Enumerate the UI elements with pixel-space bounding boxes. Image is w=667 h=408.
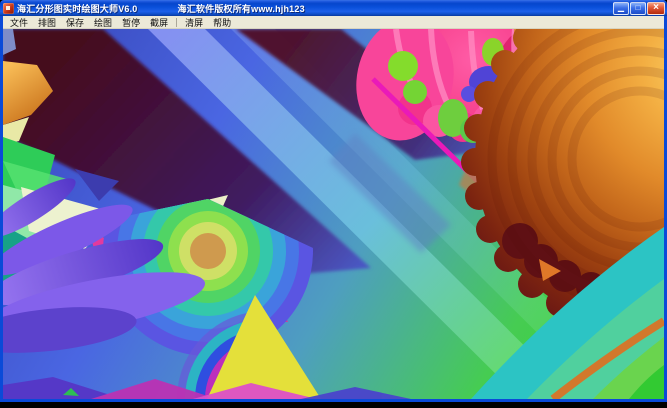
menu-item-pause[interactable]: 暂停 [117, 16, 145, 29]
title-bar: 海汇分形图实时绘图大师V6.0 海汇软件版权所有www.hjh123 ▁ □ × [0, 0, 667, 16]
close-button[interactable]: × [647, 1, 665, 15]
menu-item-capture[interactable]: 截屏 [145, 16, 173, 29]
window-body: 文件 排图 保存 绘图 暂停 截屏 清屏 帮助 [0, 16, 667, 402]
minimize-button[interactable]: ▁ [613, 1, 629, 15]
close-icon: × [653, 2, 659, 13]
menu-item-help[interactable]: 帮助 [208, 16, 236, 29]
menu-item-clear[interactable]: 清屏 [180, 16, 208, 29]
app-icon [3, 2, 14, 14]
titlebar-copyright: 海汇软件版权所有www.hjh123 [177, 3, 305, 14]
menu-item-arrange[interactable]: 排图 [33, 16, 61, 29]
menu-item-save[interactable]: 保存 [61, 16, 89, 29]
minimize-icon: ▁ [617, 3, 625, 12]
maximize-icon: □ [635, 3, 641, 12]
menu-separator [176, 17, 178, 27]
menu-item-file[interactable]: 文件 [5, 16, 33, 29]
canvas-area[interactable] [3, 29, 664, 399]
window-title: 海汇分形图实时绘图大师V6.0 [17, 3, 138, 14]
menu-item-draw[interactable]: 绘图 [89, 16, 117, 29]
app-window: 海汇分形图实时绘图大师V6.0 海汇软件版权所有www.hjh123 ▁ □ ×… [0, 0, 667, 402]
fractal-artwork [3, 29, 664, 399]
menu-bar: 文件 排图 保存 绘图 暂停 截屏 清屏 帮助 [3, 16, 664, 29]
window-controls: ▁ □ × [612, 1, 665, 15]
maximize-button[interactable]: □ [630, 1, 646, 15]
